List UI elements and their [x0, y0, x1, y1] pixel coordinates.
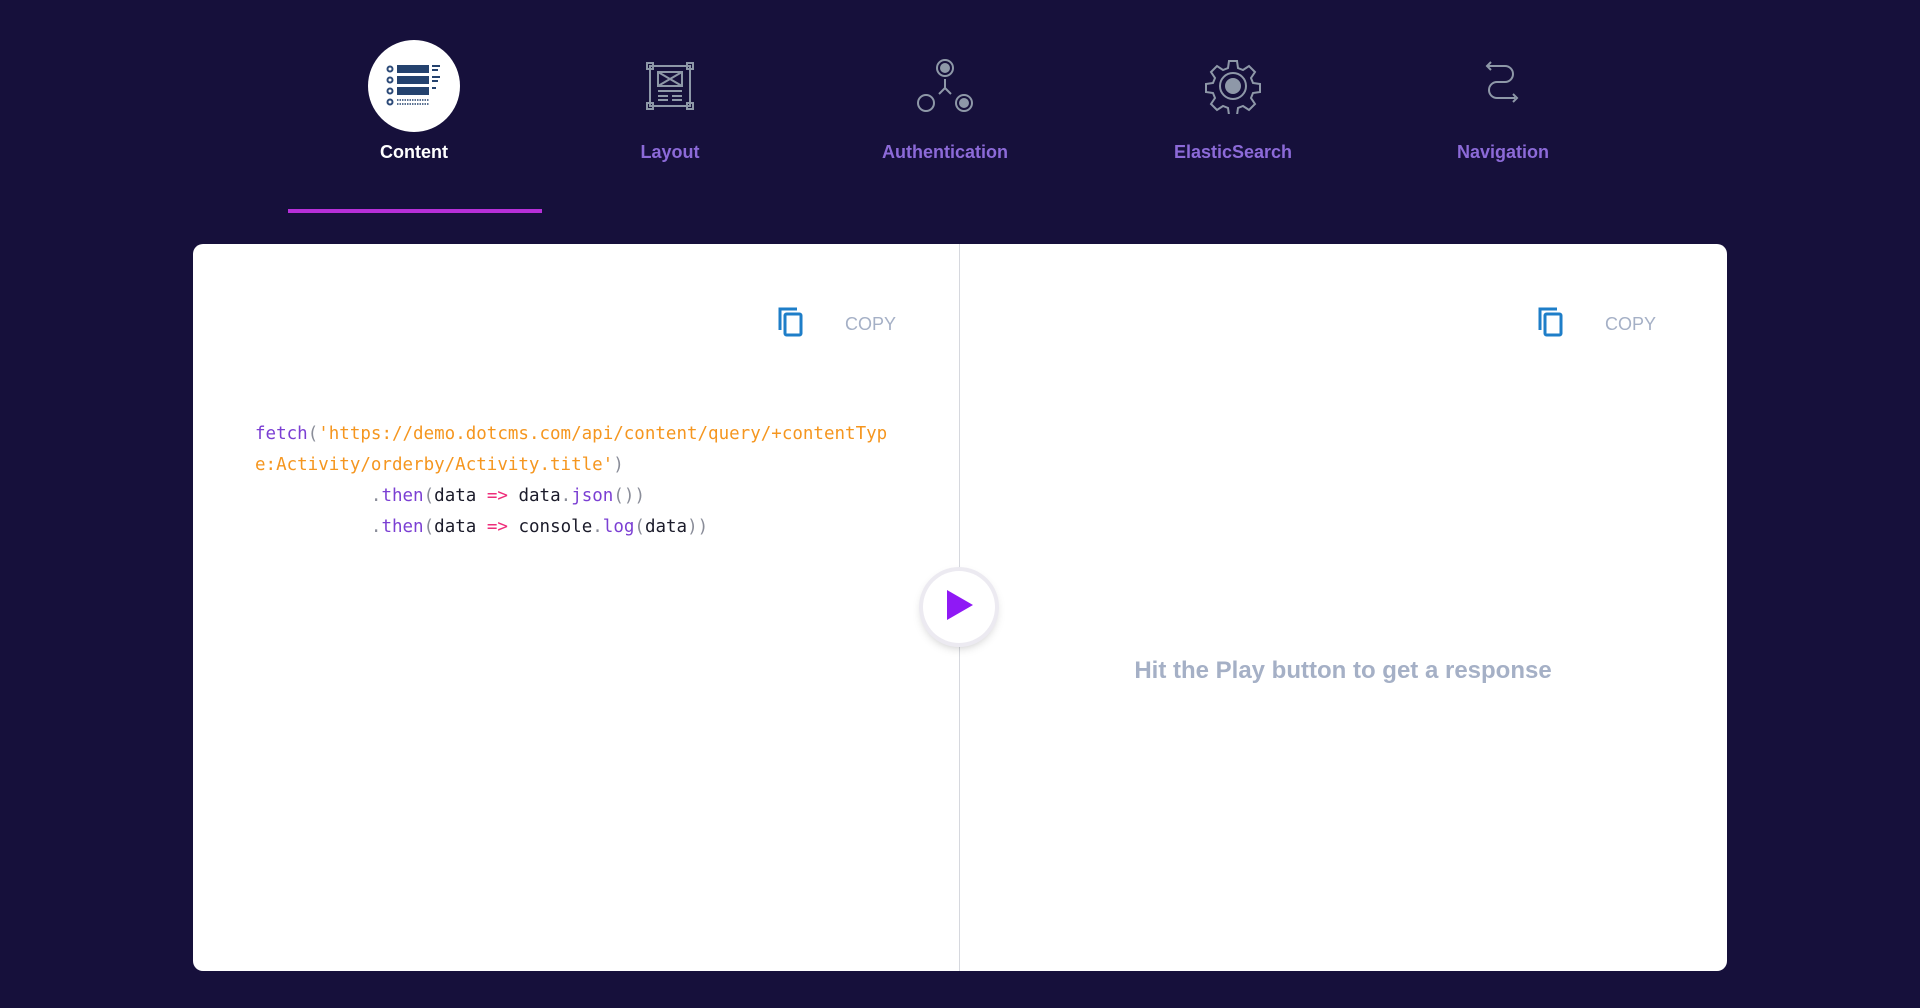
tab-navigation[interactable]: Navigation: [1373, 40, 1633, 163]
tab-label: Layout: [640, 142, 700, 162]
play-button[interactable]: [923, 571, 995, 643]
code-token: then: [381, 486, 424, 506]
code-token: (: [307, 424, 319, 444]
copy-request-button[interactable]: COPY: [777, 306, 896, 343]
code-token: json: [571, 486, 614, 506]
code-token: data: [434, 517, 477, 537]
code-token: .: [370, 517, 382, 537]
code-token: (: [423, 486, 435, 506]
tab-layout[interactable]: Layout: [540, 40, 800, 163]
code-token: .: [592, 517, 603, 537]
copy-label: COPY: [1605, 314, 1657, 334]
play-icon: [944, 589, 974, 626]
code-token: ): [613, 455, 624, 475]
copy-response-button[interactable]: COPY: [1537, 306, 1656, 343]
code-token: data: [518, 486, 561, 506]
code-token: fetch: [255, 424, 308, 444]
tab-label: Content: [380, 142, 448, 162]
tab-label: ElasticSearch: [1173, 142, 1293, 162]
code-token: (: [634, 517, 645, 537]
tab-label: Navigation: [1456, 142, 1549, 162]
response-placeholder: Hit the Play button to get a response: [1134, 657, 1552, 684]
request-code[interactable]: fetch('https://demo.dotcms.com/api/conte…: [255, 419, 887, 543]
content-list-icon: [368, 40, 460, 132]
copy-label: COPY: [845, 314, 897, 334]
code-token: (: [613, 486, 624, 506]
copy-icon: [777, 306, 805, 343]
gear-icon: [1187, 40, 1279, 132]
authentication-icon: [899, 40, 991, 132]
code-token: ): [687, 517, 698, 537]
layout-icon: [624, 40, 716, 132]
code-token: then: [381, 517, 424, 537]
code-token: ): [623, 486, 635, 506]
code-token: =>: [486, 486, 508, 506]
code-token: .: [560, 486, 572, 506]
active-tab-indicator: [288, 209, 542, 213]
navigation-icon: [1457, 40, 1549, 132]
tab-authentication[interactable]: Authentication: [815, 40, 1075, 163]
code-token: data: [644, 517, 688, 537]
code-token: (: [423, 517, 435, 537]
tab-label: Authentication: [882, 142, 1008, 162]
code-token: 'https://demo.dotcms.com/api/content/que…: [318, 424, 888, 444]
code-token: console: [518, 517, 593, 537]
code-token: log: [602, 517, 635, 537]
code-token: ): [697, 517, 709, 537]
copy-icon: [1537, 306, 1565, 343]
code-token: =>: [486, 517, 508, 537]
code-token: .: [370, 486, 382, 506]
code-token: ): [634, 486, 645, 506]
tab-elasticsearch[interactable]: ElasticSearch: [1103, 40, 1363, 163]
code-token: e:Activity/orderby/Activity.title': [255, 455, 614, 475]
code-token: data: [434, 486, 477, 506]
tab-content[interactable]: Content: [284, 40, 544, 163]
